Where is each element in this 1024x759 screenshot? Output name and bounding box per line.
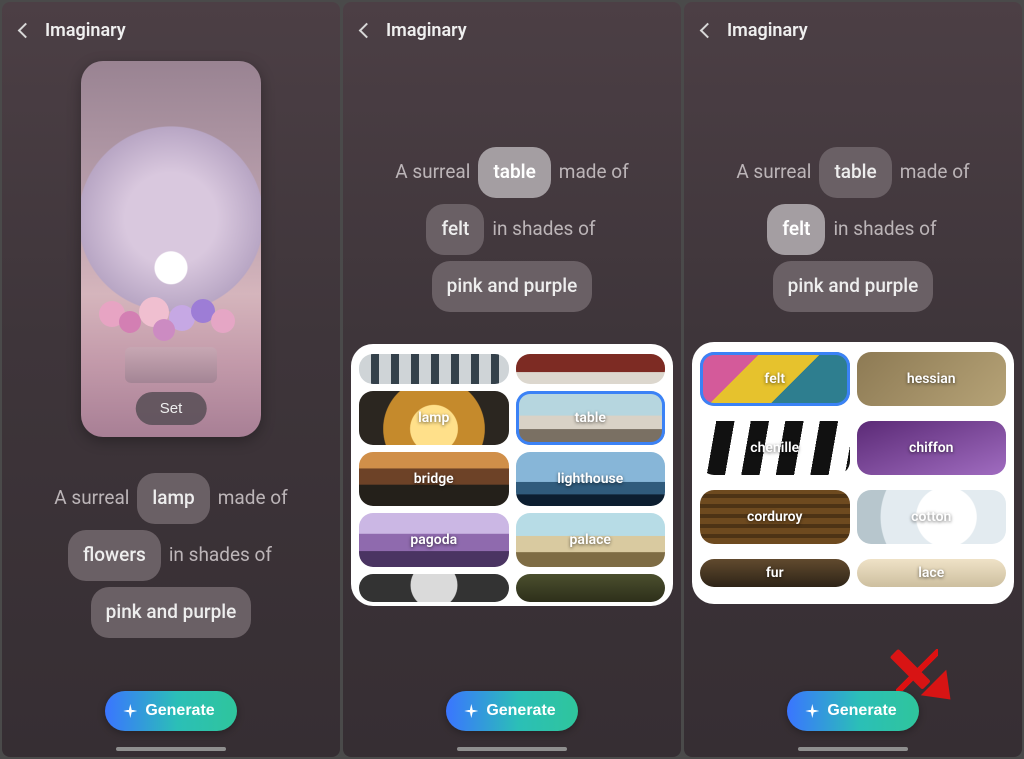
back-icon[interactable] — [700, 23, 716, 39]
prompt-sentence: A surreal table made of felt in shades o… — [684, 147, 1022, 312]
generate-label: Generate — [145, 702, 214, 720]
option-chiffon[interactable]: chiffon — [857, 421, 1007, 475]
pill-colors[interactable]: pink and purple — [432, 261, 593, 312]
option-partial[interactable] — [359, 574, 509, 602]
prompt-text: in shades of — [831, 209, 938, 250]
option-label: felt — [764, 371, 785, 387]
option-partial[interactable] — [359, 354, 509, 384]
material-option-grid: felt hessian chenille chiffon corduroy c… — [692, 342, 1014, 604]
pill-subject[interactable]: lamp — [137, 473, 209, 524]
pill-subject[interactable]: table — [478, 147, 550, 198]
generate-button[interactable]: Generate — [446, 691, 577, 731]
option-label: palace — [570, 532, 611, 548]
option-label: table — [575, 410, 606, 426]
header: Imaginary — [684, 2, 1022, 51]
option-chenille[interactable]: chenille — [700, 421, 850, 475]
screen-material-picker: Imaginary A surreal table made of felt i… — [684, 2, 1022, 757]
option-label: chenille — [750, 440, 799, 456]
option-label: bridge — [414, 471, 454, 487]
option-label: fur — [766, 565, 784, 581]
sparkle-icon — [123, 704, 137, 718]
pill-material[interactable]: flowers — [68, 530, 161, 581]
app-title: Imaginary — [386, 20, 467, 41]
option-label: lighthouse — [557, 471, 623, 487]
option-label: lace — [918, 565, 944, 581]
prompt-text: in shades of — [167, 535, 274, 576]
pill-colors[interactable]: pink and purple — [91, 587, 252, 638]
app-title: Imaginary — [45, 20, 126, 41]
option-label: chiffon — [909, 440, 953, 456]
pill-material[interactable]: felt — [767, 204, 825, 255]
screen-preview: Imaginary Set A surreal lamp made of flo… — [2, 2, 340, 757]
option-palace[interactable]: palace — [516, 513, 666, 567]
prompt-sentence: A surreal table made of felt in shades o… — [343, 147, 681, 312]
generate-label: Generate — [827, 702, 896, 720]
option-label: pagoda — [410, 532, 457, 548]
prompt-text: A surreal — [52, 478, 131, 519]
option-label: hessian — [907, 371, 956, 387]
option-lighthouse[interactable]: lighthouse — [516, 452, 666, 506]
prompt-text: in shades of — [490, 209, 597, 250]
generate-button[interactable]: Generate — [787, 691, 918, 731]
option-label: corduroy — [747, 509, 802, 525]
back-icon[interactable] — [359, 23, 375, 39]
option-label: lamp — [418, 410, 449, 426]
option-corduroy[interactable]: corduroy — [700, 490, 850, 544]
prompt-text: A surreal — [393, 152, 472, 193]
option-partial[interactable] — [516, 574, 666, 602]
header: Imaginary — [343, 2, 681, 51]
prompt-sentence: A surreal lamp made of flowers in shades… — [2, 473, 340, 638]
prompt-text: made of — [216, 478, 290, 519]
option-lace[interactable]: lace — [857, 559, 1007, 587]
option-fur[interactable]: fur — [700, 559, 850, 587]
set-button[interactable]: Set — [136, 392, 207, 425]
prompt-text: made of — [557, 152, 631, 193]
prompt-text: A surreal — [734, 152, 813, 193]
option-cotton[interactable]: cotton — [857, 490, 1007, 544]
sparkle-icon — [805, 704, 819, 718]
pill-material[interactable]: felt — [426, 204, 484, 255]
pill-colors[interactable]: pink and purple — [773, 261, 934, 312]
header: Imaginary — [2, 2, 340, 51]
option-partial[interactable] — [516, 354, 666, 384]
option-pagoda[interactable]: pagoda — [359, 513, 509, 567]
sparkle-icon — [464, 704, 478, 718]
generated-image-preview[interactable]: Set — [81, 61, 261, 437]
subject-option-grid: lamp table bridge lighthouse pagoda pala… — [351, 344, 673, 606]
option-lamp[interactable]: lamp — [359, 391, 509, 445]
option-label: cotton — [911, 509, 951, 525]
generate-label: Generate — [486, 702, 555, 720]
prompt-text: made of — [898, 152, 972, 193]
option-bridge[interactable]: bridge — [359, 452, 509, 506]
screen-subject-picker: Imaginary A surreal table made of felt i… — [343, 2, 681, 757]
app-title: Imaginary — [727, 20, 808, 41]
option-hessian[interactable]: hessian — [857, 352, 1007, 406]
option-felt[interactable]: felt — [700, 352, 850, 406]
home-indicator — [457, 747, 567, 751]
back-icon[interactable] — [18, 23, 34, 39]
home-indicator — [798, 747, 908, 751]
option-table[interactable]: table — [516, 391, 666, 445]
generate-button[interactable]: Generate — [105, 691, 236, 731]
pill-subject[interactable]: table — [819, 147, 891, 198]
home-indicator — [116, 747, 226, 751]
